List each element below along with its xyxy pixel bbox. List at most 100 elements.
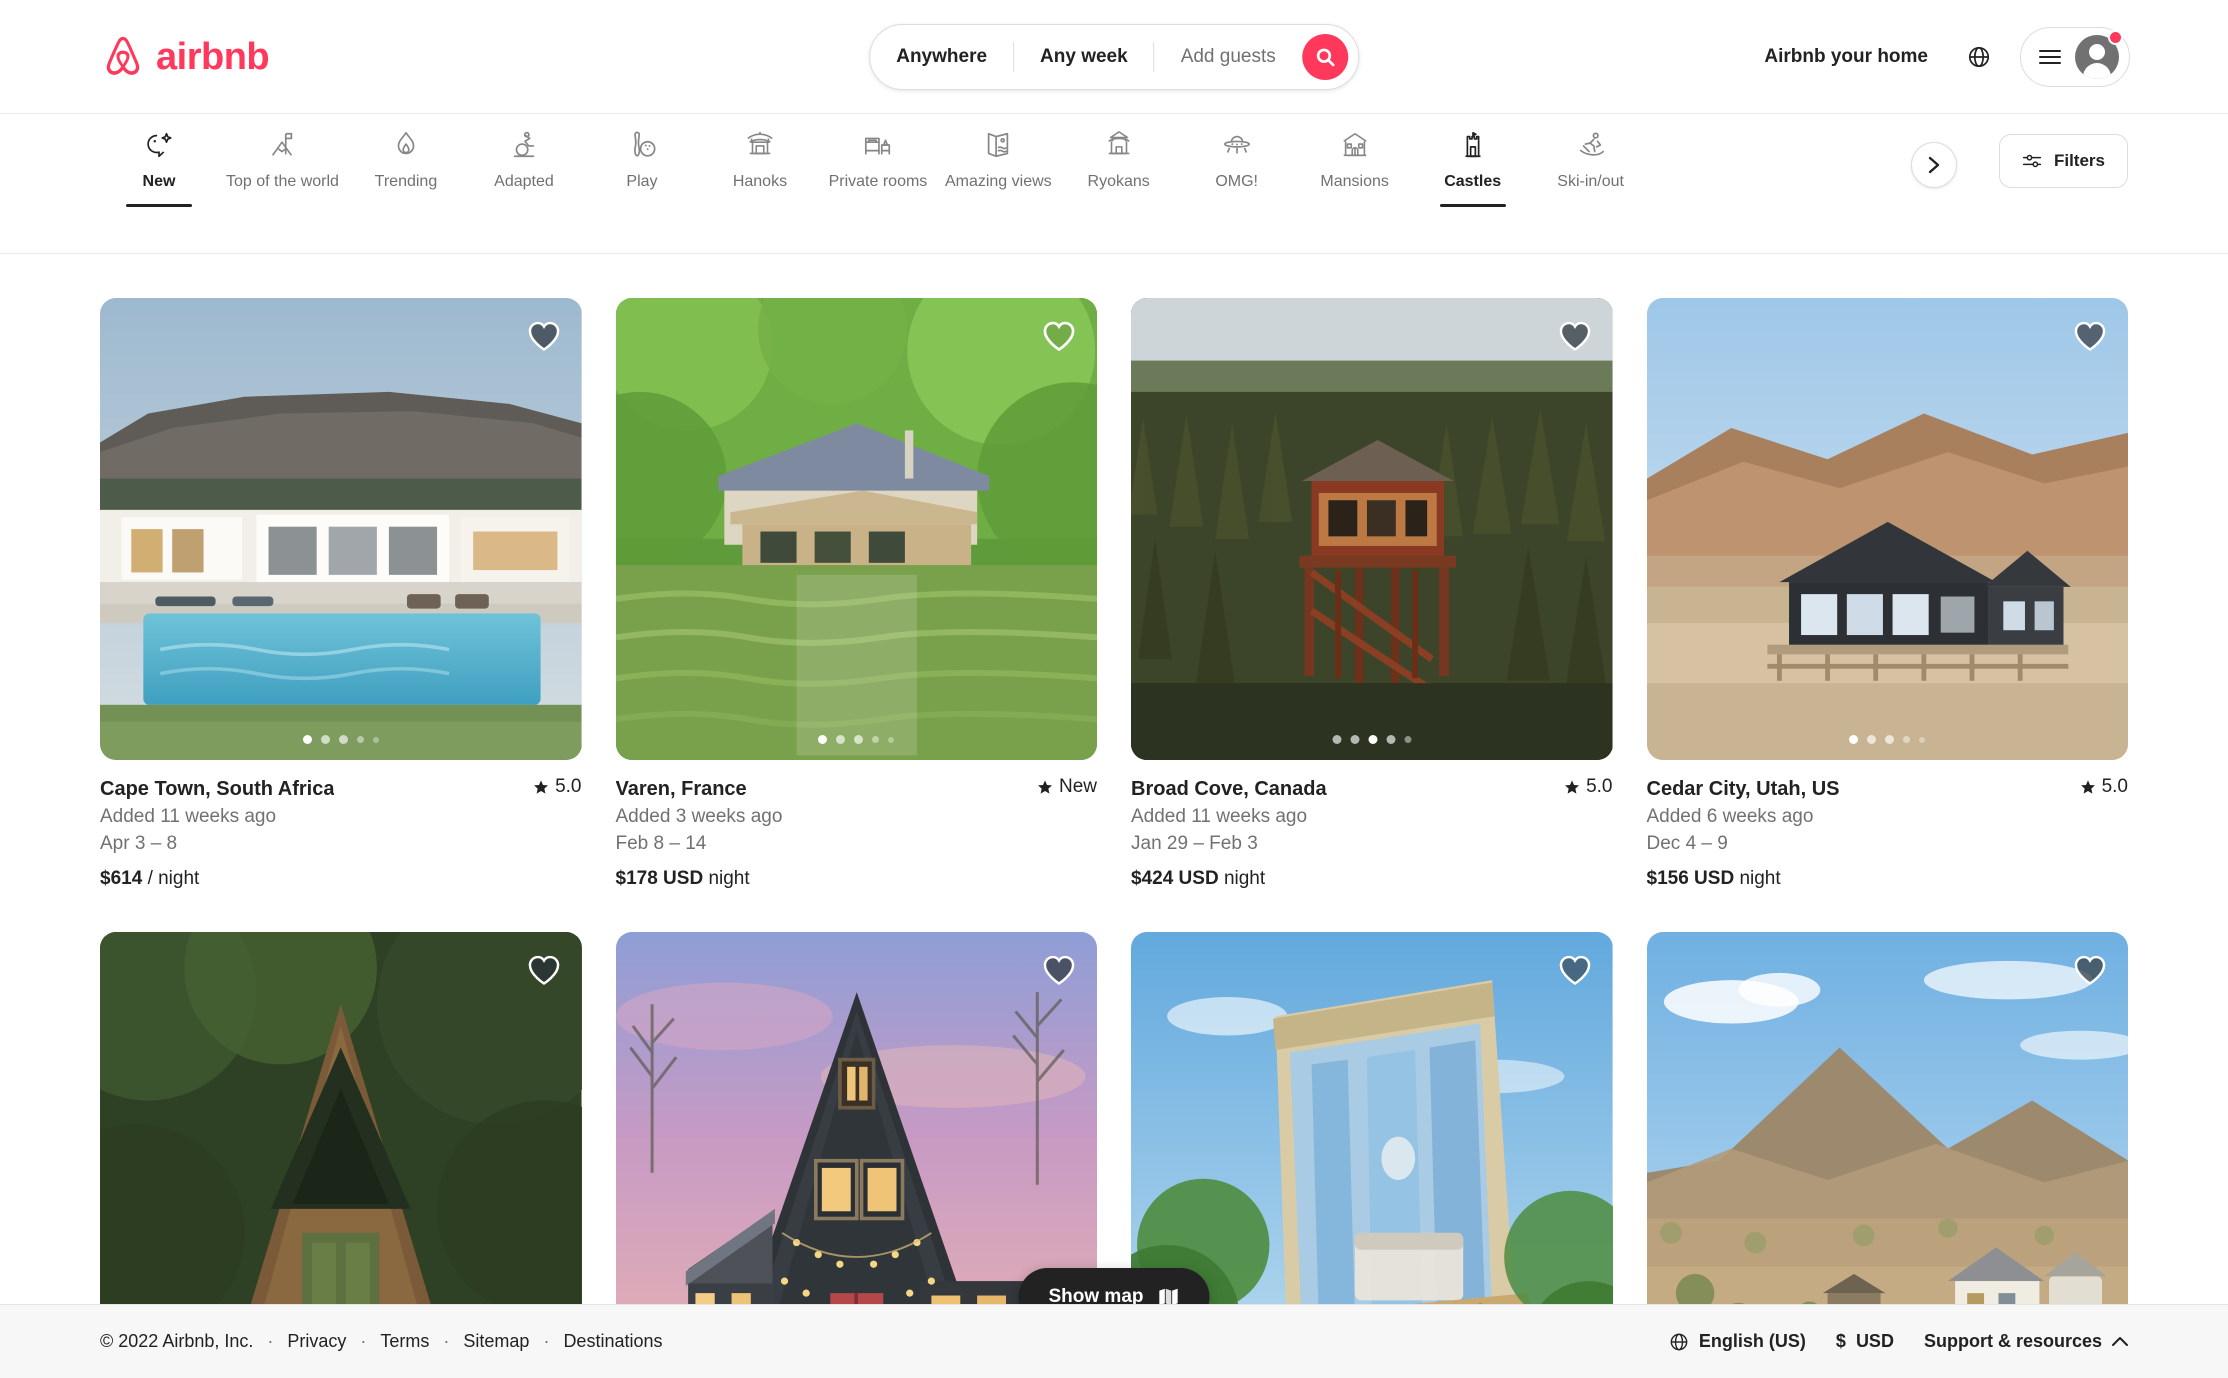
listing-info: Cape Town, South Africa 5.0 Added 11 wee…: [100, 760, 582, 890]
favorite-heart-icon[interactable]: [1557, 952, 1593, 988]
language-globe-button[interactable]: [1954, 32, 2004, 82]
favorite-heart-icon[interactable]: [1557, 318, 1593, 354]
category-item-omg[interactable]: OMG!: [1178, 128, 1296, 207]
listings-grid: Cape Town, South Africa 5.0 Added 11 wee…: [100, 254, 2128, 1378]
category-item-ryokans[interactable]: Ryokans: [1060, 128, 1178, 207]
airbnb-home-page: airbnb Anywhere Any week Add guests Airb…: [0, 0, 2228, 1378]
image-carousel-dots[interactable]: [1849, 735, 1925, 744]
favorite-heart-icon[interactable]: [526, 952, 562, 988]
category-item-top-of-the-world[interactable]: Top of the world: [218, 128, 347, 207]
price-amount: $424 USD: [1131, 868, 1219, 889]
image-carousel-dots[interactable]: [818, 735, 894, 744]
footer-separator: ·: [360, 1331, 366, 1352]
footer-links: © 2022 Airbnb, Inc. · Privacy · Terms · …: [100, 1331, 663, 1352]
footer-link-terms[interactable]: Terms: [380, 1331, 429, 1352]
favorite-heart-icon[interactable]: [2072, 318, 2108, 354]
listing-title: Broad Cove, Canada: [1131, 778, 1327, 801]
favorite-heart-icon[interactable]: [1041, 318, 1077, 354]
price-amount: $178 USD: [616, 868, 704, 889]
airbnb-logo[interactable]: airbnb: [100, 33, 269, 81]
listing-title-row: Broad Cove, Canada 5.0: [1131, 776, 1613, 801]
airbnb-wordmark: airbnb: [156, 38, 269, 76]
globe-icon: [1669, 1332, 1689, 1352]
category-label: New: [143, 173, 176, 191]
filters-button[interactable]: Filters: [1999, 134, 2128, 188]
listing-image[interactable]: [100, 298, 582, 760]
favorite-heart-icon[interactable]: [1041, 952, 1077, 988]
listing-photo-broadcove: [1131, 298, 1613, 760]
footer-settings: English (US) $ USD Support & resources: [1669, 1331, 2128, 1352]
flame-icon: [391, 128, 421, 162]
rating-value: 5.0: [2102, 776, 2128, 798]
listing-image[interactable]: [1647, 298, 2129, 760]
category-item-play[interactable]: Play: [583, 128, 701, 207]
listing-title: Varen, France: [616, 778, 747, 801]
image-carousel-dots[interactable]: [1332, 735, 1411, 744]
airbnb-your-home-link[interactable]: Airbnb your home: [1746, 32, 1946, 82]
search-guests-field[interactable]: Add guests: [1155, 25, 1296, 89]
favorite-heart-icon[interactable]: [526, 318, 562, 354]
listing-added: Added 11 weeks ago: [1131, 806, 1613, 828]
airbnb-bowtie-icon: [100, 33, 146, 81]
chevron-right-icon: [1927, 156, 1941, 174]
sliders-icon: [2022, 151, 2042, 171]
footer-link-destinations[interactable]: Destinations: [563, 1331, 662, 1352]
category-next-button[interactable]: [1911, 142, 1957, 188]
category-item-new[interactable]: New: [100, 128, 218, 207]
notification-badge: [2108, 30, 2123, 45]
footer-separator: ·: [543, 1331, 549, 1352]
category-item-ski-in-out[interactable]: Ski-in/out: [1532, 128, 1650, 207]
listing-card[interactable]: Cape Town, South Africa 5.0 Added 11 wee…: [100, 298, 582, 890]
image-carousel-dots[interactable]: [303, 735, 379, 744]
user-menu-button[interactable]: [2020, 27, 2130, 87]
listing-card[interactable]: Broad Cove, Canada 5.0 Added 11 weeks ag…: [1131, 298, 1613, 890]
footer-link-sitemap[interactable]: Sitemap: [463, 1331, 529, 1352]
globe-icon: [1967, 45, 1991, 69]
listing-rating: 5.0: [533, 776, 581, 798]
category-item-amazing-views[interactable]: Amazing views: [937, 128, 1060, 207]
listing-added: Added 3 weeks ago: [616, 806, 1098, 828]
footer-language-button[interactable]: English (US): [1669, 1331, 1806, 1352]
footer-separator: ·: [267, 1331, 273, 1352]
filters-label: Filters: [2054, 151, 2105, 171]
star-icon: [1037, 779, 1053, 795]
star-icon: [2080, 779, 2096, 795]
listing-card[interactable]: Cedar City, Utah, US 5.0 Added 6 weeks a…: [1647, 298, 2129, 890]
footer-link-privacy[interactable]: Privacy: [287, 1331, 346, 1352]
category-list: New Top of the world Trend: [100, 114, 1895, 207]
listing-image[interactable]: [616, 298, 1098, 760]
listing-image[interactable]: [1131, 298, 1613, 760]
category-label: Private rooms: [829, 173, 928, 191]
wheelchair-icon: [509, 128, 539, 162]
listing-price: $424 USD night: [1131, 868, 1613, 890]
category-item-castles[interactable]: Castles: [1414, 128, 1532, 207]
footer-support-label: Support & resources: [1924, 1331, 2102, 1352]
category-item-private-rooms[interactable]: Private rooms: [819, 128, 937, 207]
hamburger-icon: [2039, 49, 2061, 65]
listing-dates: Jan 29 – Feb 3: [1131, 833, 1613, 855]
favorite-heart-icon[interactable]: [2072, 952, 2108, 988]
footer-support-button[interactable]: Support & resources: [1924, 1331, 2128, 1352]
listing-title-row: Cedar City, Utah, US 5.0: [1647, 776, 2129, 801]
site-header: airbnb Anywhere Any week Add guests Airb…: [0, 0, 2228, 114]
category-item-mansions[interactable]: Mansions: [1296, 128, 1414, 207]
category-item-trending[interactable]: Trending: [347, 128, 465, 207]
mountain-flag-icon: [267, 128, 297, 162]
star-icon: [533, 779, 549, 795]
price-unit: night: [1739, 868, 1780, 889]
footer-currency-button[interactable]: $ USD: [1836, 1331, 1894, 1352]
search-bar[interactable]: Anywhere Any week Add guests: [869, 24, 1359, 90]
category-label: Ski-in/out: [1557, 173, 1624, 191]
category-item-hanoks[interactable]: Hanoks: [701, 128, 819, 207]
category-item-adapted[interactable]: Adapted: [465, 128, 583, 207]
search-location-field[interactable]: Anywhere: [870, 25, 1013, 89]
search-submit-button[interactable]: [1302, 34, 1348, 80]
listing-card[interactable]: Varen, France New Added 3 weeks ago Feb …: [616, 298, 1098, 890]
listing-dates: Feb 8 – 14: [616, 833, 1098, 855]
rating-value: 5.0: [1586, 776, 1612, 798]
search-dates-field[interactable]: Any week: [1014, 25, 1154, 89]
price-amount: $156 USD: [1647, 868, 1735, 889]
listing-price: $614 / night: [100, 868, 582, 890]
sparkle-new-icon: [144, 128, 174, 162]
rating-value: 5.0: [555, 776, 581, 798]
